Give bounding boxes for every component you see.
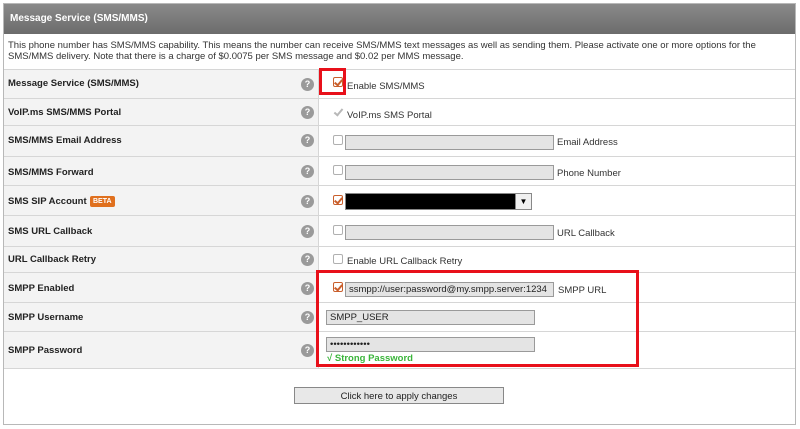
url-callback-retry-label: Enable URL Callback Retry bbox=[347, 256, 463, 267]
phone-number-label: Phone Number bbox=[557, 168, 621, 179]
row-sms-forward: SMS/MMS Forward ? Phone Number bbox=[4, 157, 795, 186]
help-icon[interactable]: ? bbox=[301, 225, 314, 238]
row-label: SMPP Username bbox=[8, 312, 84, 323]
row-message-service: Message Service (SMS/MMS) ? Enable SMS/M… bbox=[4, 70, 795, 99]
forward-checkbox[interactable] bbox=[333, 165, 343, 175]
row-label: SMS URL Callback bbox=[8, 226, 93, 237]
url-callback-retry-checkbox[interactable] bbox=[333, 254, 343, 264]
help-icon[interactable]: ? bbox=[301, 106, 314, 119]
voipms-portal-checkbox bbox=[333, 107, 343, 117]
row-label: SMS/MMS Forward bbox=[8, 167, 94, 178]
url-callback-input[interactable] bbox=[345, 225, 554, 240]
row-smpp-password: SMPP Password ? •••••••••••• √ Strong Pa… bbox=[4, 332, 795, 369]
row-url-callback-retry: URL Callback Retry ? Enable URL Callback… bbox=[4, 247, 795, 273]
row-label: SMPP Enabled bbox=[8, 283, 75, 294]
row-sip-account: SMS SIP Account BETA ? ▼ bbox=[4, 186, 795, 216]
sip-account-select[interactable]: ▼ bbox=[345, 193, 532, 210]
panel-title: Message Service (SMS/MMS) bbox=[4, 4, 795, 34]
row-url-callback: SMS URL Callback ? URL Callback bbox=[4, 216, 795, 247]
help-icon[interactable]: ? bbox=[301, 344, 314, 357]
row-label: URL Callback Retry bbox=[8, 254, 96, 265]
help-icon[interactable]: ? bbox=[301, 134, 314, 147]
help-icon[interactable]: ? bbox=[301, 311, 314, 324]
sms-settings-panel: Message Service (SMS/MMS) This phone num… bbox=[3, 3, 796, 425]
row-label: Message Service (SMS/MMS) bbox=[8, 78, 139, 89]
row-label: SMS/MMS Email Address bbox=[8, 135, 122, 146]
help-icon[interactable]: ? bbox=[301, 253, 314, 266]
voipms-portal-label: VoIP.ms SMS Portal bbox=[347, 110, 432, 121]
phone-number-input[interactable] bbox=[345, 165, 554, 180]
smpp-password-input[interactable]: •••••••••••• bbox=[326, 337, 535, 352]
url-callback-checkbox[interactable] bbox=[333, 225, 343, 235]
row-smpp-enabled: SMPP Enabled ? ssmpp://user:password@my.… bbox=[4, 273, 795, 303]
row-label: VoIP.ms SMS/MMS Portal bbox=[8, 107, 122, 118]
email-address-label: Email Address bbox=[557, 137, 618, 148]
row-smpp-username: SMPP Username ? SMPP_USER bbox=[4, 303, 795, 332]
smpp-username-input[interactable]: SMPP_USER bbox=[326, 310, 535, 325]
smpp-url-label: SMPP URL bbox=[558, 285, 607, 296]
row-label: SMS SIP Account bbox=[8, 196, 87, 207]
url-callback-label: URL Callback bbox=[557, 228, 615, 239]
help-icon[interactable]: ? bbox=[301, 195, 314, 208]
email-address-input[interactable] bbox=[345, 135, 554, 150]
chevron-down-icon: ▼ bbox=[515, 194, 531, 209]
email-checkbox[interactable] bbox=[333, 135, 343, 145]
beta-badge: BETA bbox=[90, 196, 115, 207]
row-email-address: SMS/MMS Email Address ? Email Address bbox=[4, 126, 795, 157]
password-strength: √ Strong Password bbox=[327, 353, 413, 364]
smpp-enabled-checkbox[interactable] bbox=[333, 282, 343, 292]
panel-description: This phone number has SMS/MMS capability… bbox=[4, 34, 795, 70]
help-icon[interactable]: ? bbox=[301, 282, 314, 295]
enable-sms-checkbox[interactable] bbox=[333, 77, 343, 87]
apply-changes-button[interactable]: Click here to apply changes bbox=[294, 387, 504, 404]
smpp-url-input[interactable]: ssmpp://user:password@my.smpp.server:123… bbox=[345, 282, 554, 297]
row-label: SMPP Password bbox=[8, 345, 83, 356]
enable-sms-label: Enable SMS/MMS bbox=[347, 81, 425, 92]
row-voipms-portal: VoIP.ms SMS/MMS Portal ? VoIP.ms SMS Por… bbox=[4, 99, 795, 126]
help-icon[interactable]: ? bbox=[301, 165, 314, 178]
sip-account-checkbox[interactable] bbox=[333, 195, 343, 205]
help-icon[interactable]: ? bbox=[301, 78, 314, 91]
